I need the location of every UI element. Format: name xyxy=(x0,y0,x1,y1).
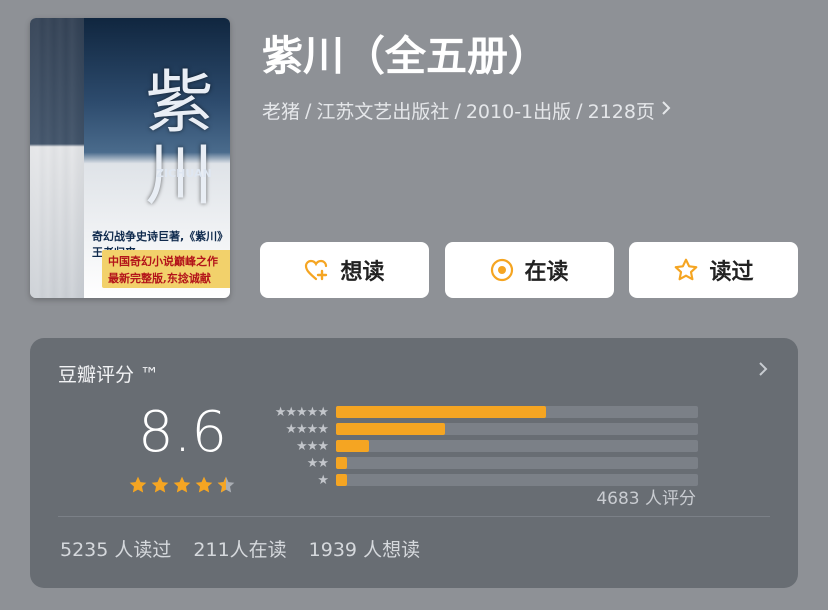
rating-distribution xyxy=(336,406,698,491)
meta-separator: / xyxy=(454,99,461,122)
two-star-bar xyxy=(336,457,698,469)
reading-label: 在读 xyxy=(524,260,569,285)
reading-button[interactable]: 在读 xyxy=(445,242,614,298)
five-star-label: ★★★★★ xyxy=(256,404,329,421)
cover-banner: 中国奇幻小说巅峰之作 最新完整版,东捻诚献 xyxy=(102,250,230,288)
star-row-icon: ★ xyxy=(317,473,329,488)
read-count[interactable]: 5235 人读过 xyxy=(60,535,171,562)
four-star-label: ★★★★ xyxy=(256,421,329,438)
divider xyxy=(58,516,770,517)
one-star-label: ★ xyxy=(256,472,329,489)
star-half-icon xyxy=(217,476,235,493)
heart-plus-icon xyxy=(305,259,328,281)
reader-stats: 5235 人读过 211人在读 1939 人想读 xyxy=(60,535,420,562)
reading-count[interactable]: 211人在读 xyxy=(193,535,286,562)
five-star-bar xyxy=(336,406,698,418)
bar-fill xyxy=(336,423,445,435)
chevron-right-icon[interactable] xyxy=(758,358,768,383)
want-count[interactable]: 1939 人想读 xyxy=(309,535,420,562)
meta-separator: / xyxy=(305,99,312,122)
book-cover[interactable]: 紫川 ZICHUAN 奇幻战争史诗巨著,《紫川》王者归来 中国奇幻小说巅峰之作 … xyxy=(30,18,230,298)
distribution-star-labels: ★★★★★ ★★★★ ★★★ ★★ ★ xyxy=(256,404,329,489)
cover-roman-title: ZICHUAN xyxy=(156,167,212,180)
rating-panel[interactable]: 豆瓣评分 ™ 8.6 ★★★★★ ★★★★ ★★★ ★★ ★ 4683 人评分 … xyxy=(30,338,798,588)
bar-fill xyxy=(336,474,347,486)
publish-date: 2010-1出版 xyxy=(465,101,572,123)
star-row-icon: ★★★★★ xyxy=(274,405,329,420)
three-star-bar xyxy=(336,440,698,452)
meta-separator: / xyxy=(576,99,583,122)
author: 老猪 xyxy=(262,101,301,123)
rating-header: 豆瓣评分 ™ xyxy=(58,364,160,386)
two-star-label: ★★ xyxy=(256,455,329,472)
book-meta[interactable]: 老猪 / 江苏文艺出版社 / 2010-1出版 / 2128页 xyxy=(262,97,671,124)
chevron-right-icon xyxy=(661,100,671,121)
bar-fill xyxy=(336,457,347,469)
bar-fill xyxy=(336,406,546,418)
page-count: 2128页 xyxy=(587,101,655,123)
star-full-icon xyxy=(195,476,213,493)
cover-banner-line-2: 最新完整版,东捻诚献 xyxy=(108,272,211,285)
want-to-read-label: 想读 xyxy=(340,260,385,285)
star-row-icon: ★★ xyxy=(306,456,329,471)
star-row-icon: ★★★ xyxy=(296,439,329,454)
four-star-bar xyxy=(336,423,698,435)
three-star-label: ★★★ xyxy=(256,438,329,455)
want-to-read-button[interactable]: 想读 xyxy=(260,242,429,298)
radio-dot-icon xyxy=(491,258,514,282)
cover-spines xyxy=(30,18,84,298)
rating-stars xyxy=(128,475,236,495)
star-full-icon xyxy=(173,476,191,493)
cover-banner-line-1: 中国奇幻小说巅峰之作 xyxy=(108,255,218,268)
have-read-button[interactable]: 读过 xyxy=(629,242,798,298)
book-title: 紫川（全五册） xyxy=(262,32,549,80)
star-outline-icon xyxy=(675,258,698,281)
bar-fill xyxy=(336,440,369,452)
publisher: 江苏文艺出版社 xyxy=(316,101,450,123)
cover-title: 紫川 xyxy=(133,66,212,210)
star-row-icon: ★★★★ xyxy=(285,422,329,437)
rating-score: 8.6 xyxy=(138,400,228,465)
have-read-label: 读过 xyxy=(709,260,754,285)
rater-count[interactable]: 4683 人评分 xyxy=(596,484,696,509)
star-full-icon xyxy=(129,476,147,493)
star-full-icon xyxy=(151,476,169,493)
